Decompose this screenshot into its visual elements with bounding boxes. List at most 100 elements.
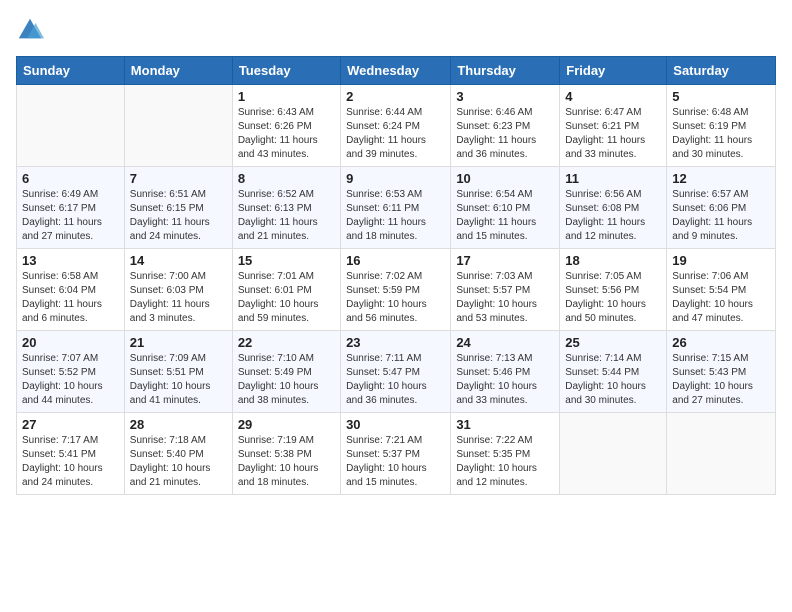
day-number: 14 [130,253,227,268]
day-number: 4 [565,89,661,104]
day-info: Sunrise: 6:56 AM Sunset: 6:08 PM Dayligh… [565,188,661,244]
calendar-cell: 27 Sunrise: 7:17 AM Sunset: 5:41 PM Dayli… [17,413,125,495]
day-number: 26 [672,335,770,350]
day-number: 7 [130,171,227,186]
day-info: Sunrise: 6:53 AM Sunset: 6:11 PM Dayligh… [346,188,445,244]
calendar-cell: 15Sunrise: 7:01 AM Sunset: 6:01 PM Dayli… [232,249,340,331]
calendar-week-row: 20Sunrise: 7:07 AM Sunset: 5:52 PM Dayli… [17,331,776,413]
calendar-cell: 18 Sunrise: 7:05 AM Sunset: 5:56 PM Dayli… [560,249,667,331]
calendar-cell: 12Sunrise: 6:57 AM Sunset: 6:06 PM Dayli… [667,167,776,249]
day-number: 6 [22,171,119,186]
calendar-cell [124,85,232,167]
day-number: 29 [238,417,335,432]
day-number: 27 [22,417,119,432]
calendar-cell: 16 Sunrise: 7:02 AM Sunset: 5:59 PM Dayli… [341,249,451,331]
day-number: 28 [130,417,227,432]
calendar-week-row: 6 Sunrise: 6:49 AM Sunset: 6:17 PM Daylig… [17,167,776,249]
day-number: 15 [238,253,335,268]
day-info: Sunrise: 7:06 AM Sunset: 5:54 PM Dayligh… [672,270,770,326]
calendar-cell: 1 Sunrise: 6:43 AM Sunset: 6:26 PM Daylig… [232,85,340,167]
day-info: Sunrise: 6:46 AM Sunset: 6:23 PM Dayligh… [456,106,554,162]
calendar-cell: 25 Sunrise: 7:14 AM Sunset: 5:44 PM Dayli… [560,331,667,413]
calendar-cell: 5 Sunrise: 6:48 AM Sunset: 6:19 PM Daylig… [667,85,776,167]
day-of-week-header: Friday [560,57,667,85]
calendar-cell: 21Sunrise: 7:09 AM Sunset: 5:51 PM Dayli… [124,331,232,413]
day-number: 18 [565,253,661,268]
day-info: Sunrise: 7:15 AM Sunset: 5:43 PM Dayligh… [672,352,770,408]
day-info: Sunrise: 7:10 AM Sunset: 5:49 PM Dayligh… [238,352,335,408]
day-info: Sunrise: 7:02 AM Sunset: 5:59 PM Dayligh… [346,270,445,326]
day-info: Sunrise: 6:51 AM Sunset: 6:15 PM Dayligh… [130,188,227,244]
calendar-week-row: 27 Sunrise: 7:17 AM Sunset: 5:41 PM Dayli… [17,413,776,495]
day-info: Sunrise: 7:14 AM Sunset: 5:44 PM Dayligh… [565,352,661,408]
day-number: 19 [672,253,770,268]
day-info: Sunrise: 6:47 AM Sunset: 6:21 PM Dayligh… [565,106,661,162]
day-info: Sunrise: 7:19 AM Sunset: 5:38 PM Dayligh… [238,434,335,490]
day-number: 25 [565,335,661,350]
calendar-cell [667,413,776,495]
calendar-cell: 30 Sunrise: 7:21 AM Sunset: 5:37 PM Dayli… [341,413,451,495]
day-number: 31 [456,417,554,432]
logo-icon [16,16,44,44]
day-number: 3 [456,89,554,104]
calendar-cell: 28Sunrise: 7:18 AM Sunset: 5:40 PM Dayli… [124,413,232,495]
day-info: Sunrise: 7:11 AM Sunset: 5:47 PM Dayligh… [346,352,445,408]
calendar-header-row: SundayMondayTuesdayWednesdayThursdayFrid… [17,57,776,85]
day-info: Sunrise: 7:05 AM Sunset: 5:56 PM Dayligh… [565,270,661,326]
day-number: 13 [22,253,119,268]
calendar-week-row: 1 Sunrise: 6:43 AM Sunset: 6:26 PM Daylig… [17,85,776,167]
calendar-cell [17,85,125,167]
day-number: 30 [346,417,445,432]
day-number: 1 [238,89,335,104]
day-of-week-header: Tuesday [232,57,340,85]
day-number: 23 [346,335,445,350]
day-info: Sunrise: 7:09 AM Sunset: 5:51 PM Dayligh… [130,352,227,408]
day-info: Sunrise: 7:21 AM Sunset: 5:37 PM Dayligh… [346,434,445,490]
day-number: 11 [565,171,661,186]
day-info: Sunrise: 6:44 AM Sunset: 6:24 PM Dayligh… [346,106,445,162]
calendar-week-row: 13 Sunrise: 6:58 AM Sunset: 6:04 PM Dayli… [17,249,776,331]
day-of-week-header: Wednesday [341,57,451,85]
day-info: Sunrise: 6:58 AM Sunset: 6:04 PM Dayligh… [22,270,119,326]
day-number: 9 [346,171,445,186]
day-info: Sunrise: 7:13 AM Sunset: 5:46 PM Dayligh… [456,352,554,408]
calendar-cell: 13 Sunrise: 6:58 AM Sunset: 6:04 PM Dayli… [17,249,125,331]
day-number: 5 [672,89,770,104]
calendar-cell: 3 Sunrise: 6:46 AM Sunset: 6:23 PM Daylig… [451,85,560,167]
day-info: Sunrise: 6:48 AM Sunset: 6:19 PM Dayligh… [672,106,770,162]
calendar-cell: 24 Sunrise: 7:13 AM Sunset: 5:46 PM Dayli… [451,331,560,413]
calendar-cell: 6 Sunrise: 6:49 AM Sunset: 6:17 PM Daylig… [17,167,125,249]
day-number: 16 [346,253,445,268]
calendar-cell: 22Sunrise: 7:10 AM Sunset: 5:49 PM Dayli… [232,331,340,413]
calendar-cell: 17 Sunrise: 7:03 AM Sunset: 5:57 PM Dayli… [451,249,560,331]
calendar-cell: 29 Sunrise: 7:19 AM Sunset: 5:38 PM Dayli… [232,413,340,495]
day-number: 8 [238,171,335,186]
calendar-cell: 20Sunrise: 7:07 AM Sunset: 5:52 PM Dayli… [17,331,125,413]
day-number: 17 [456,253,554,268]
logo [16,16,48,44]
day-number: 10 [456,171,554,186]
day-number: 20 [22,335,119,350]
calendar-cell: 31Sunrise: 7:22 AM Sunset: 5:35 PM Dayli… [451,413,560,495]
day-info: Sunrise: 7:00 AM Sunset: 6:03 PM Dayligh… [130,270,227,326]
calendar-cell: 11 Sunrise: 6:56 AM Sunset: 6:08 PM Dayli… [560,167,667,249]
calendar-table: SundayMondayTuesdayWednesdayThursdayFrid… [16,56,776,495]
day-info: Sunrise: 6:43 AM Sunset: 6:26 PM Dayligh… [238,106,335,162]
calendar-cell: 9 Sunrise: 6:53 AM Sunset: 6:11 PM Daylig… [341,167,451,249]
calendar-cell: 2 Sunrise: 6:44 AM Sunset: 6:24 PM Daylig… [341,85,451,167]
day-of-week-header: Monday [124,57,232,85]
day-info: Sunrise: 6:52 AM Sunset: 6:13 PM Dayligh… [238,188,335,244]
calendar-cell [560,413,667,495]
calendar-cell: 19 Sunrise: 7:06 AM Sunset: 5:54 PM Dayli… [667,249,776,331]
page-header [16,16,776,44]
calendar-cell: 26 Sunrise: 7:15 AM Sunset: 5:43 PM Dayli… [667,331,776,413]
day-info: Sunrise: 7:17 AM Sunset: 5:41 PM Dayligh… [22,434,119,490]
day-info: Sunrise: 7:03 AM Sunset: 5:57 PM Dayligh… [456,270,554,326]
calendar-cell: 14 Sunrise: 7:00 AM Sunset: 6:03 PM Dayli… [124,249,232,331]
day-info: Sunrise: 6:57 AM Sunset: 6:06 PM Dayligh… [672,188,770,244]
day-info: Sunrise: 6:49 AM Sunset: 6:17 PM Dayligh… [22,188,119,244]
day-number: 2 [346,89,445,104]
day-of-week-header: Sunday [17,57,125,85]
day-number: 24 [456,335,554,350]
day-info: Sunrise: 6:54 AM Sunset: 6:10 PM Dayligh… [456,188,554,244]
